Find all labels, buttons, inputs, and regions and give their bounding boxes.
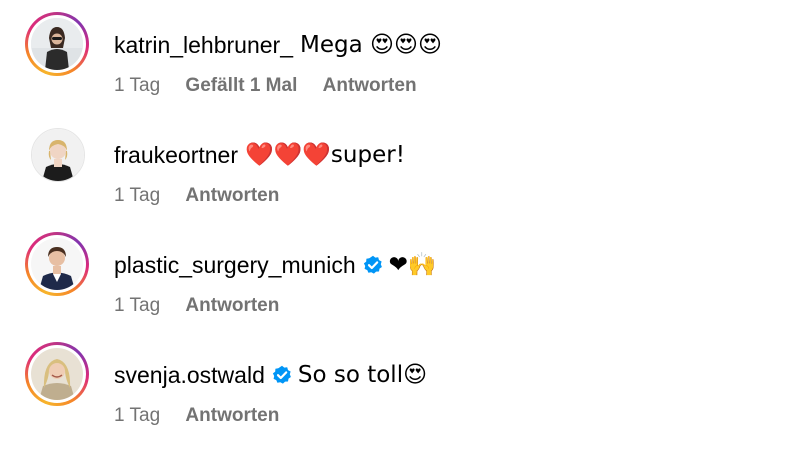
avatar-story-ring[interactable] [25,12,89,76]
comment-text: So so toll😍 [297,362,428,388]
reply-button[interactable]: Antworten [185,185,279,206]
comment-text: ❤️❤️❤️super! [245,142,405,168]
comment-text: ❤🙌 [388,252,437,278]
avatar-wrapper[interactable] [25,122,89,186]
comment-time[interactable]: 1 Tag [114,295,160,316]
avatar[interactable] [31,18,83,70]
comment-username[interactable]: svenja.ostwald [114,359,265,391]
verified-badge-icon [272,365,292,385]
avatar[interactable] [31,128,85,182]
likes-count-button[interactable]: Gefällt 1 Mal [185,75,297,96]
comment-username[interactable]: fraukeortner [114,139,238,171]
comment-time[interactable]: 1 Tag [114,75,160,96]
comment-username[interactable]: plastic_surgery_munich [114,249,356,281]
comment-item: plastic_surgery_munich ❤🙌 1 Tag Antworte… [0,220,800,330]
comment-time[interactable]: 1 Tag [114,185,160,206]
avatar-ring-gap [28,345,86,403]
avatar-story-ring[interactable] [25,342,89,406]
reply-button[interactable]: Antworten [185,405,279,426]
avatar[interactable] [31,348,83,400]
avatar-story-ring[interactable] [25,232,89,296]
comment-time[interactable]: 1 Tag [114,405,160,426]
comment-text: Mega 😍😍😍 [300,32,442,58]
verified-badge-icon [363,255,383,275]
reply-button[interactable]: Antworten [185,295,279,316]
comment-item: fraukeortner ❤️❤️❤️super! 1 Tag Antworte… [0,110,800,220]
comment-item: svenja.ostwald So so toll😍 1 Tag Antwort… [0,330,800,440]
avatar-ring-gap [28,15,86,73]
avatar-ring-gap [28,235,86,293]
comment-username[interactable]: katrin_lehbruner_ [114,29,293,61]
reply-button[interactable]: Antworten [323,75,417,96]
avatar[interactable] [31,238,83,290]
comment-item: katrin_lehbruner_ Mega 😍😍😍 1 Tag Gefällt… [0,0,800,110]
